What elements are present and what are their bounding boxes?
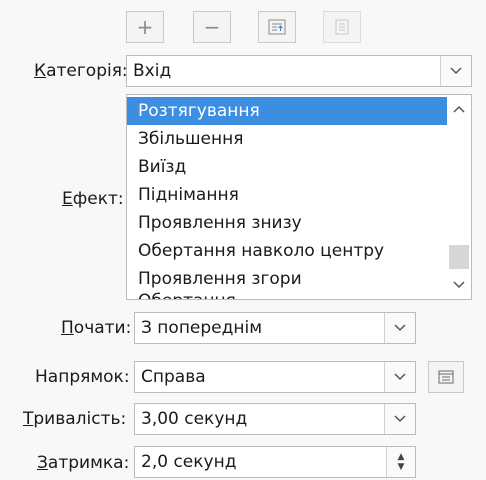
move-down-icon xyxy=(335,19,349,35)
effect-list-scrollbar[interactable] xyxy=(447,95,471,299)
chevron-down-icon[interactable] xyxy=(384,404,415,434)
chevron-up-icon[interactable] xyxy=(447,97,471,121)
chevron-down-icon[interactable] xyxy=(384,362,415,392)
direction-label: Напрямок: xyxy=(35,367,130,387)
category-label: Категорія: xyxy=(34,61,128,81)
add-effect-button[interactable]: + xyxy=(126,11,164,43)
list-item[interactable]: Проявлення знизу xyxy=(127,209,447,237)
list-item[interactable]: Піднімання xyxy=(127,181,447,209)
start-select[interactable]: З попереднім xyxy=(134,312,416,344)
remove-effect-button[interactable]: − xyxy=(193,11,231,43)
delay-label: Затримка: xyxy=(37,453,130,473)
effect-list[interactable]: Розтягування Збільшення Виїзд Піднімання… xyxy=(126,94,472,300)
move-up-icon xyxy=(268,19,286,35)
category-select[interactable]: Вхід xyxy=(126,55,472,87)
direction-select[interactable]: Справа xyxy=(134,361,416,393)
scrollbar-thumb[interactable] xyxy=(449,245,469,269)
chevron-down-icon[interactable] xyxy=(384,313,415,343)
chevron-down-icon[interactable] xyxy=(440,56,471,86)
animation-panel: + − Категорія: Вхід Ефект: Розтягування … xyxy=(0,0,486,480)
category-value: Вхід xyxy=(133,61,172,81)
start-value: З попереднім xyxy=(141,318,263,338)
list-item[interactable]: Виїзд xyxy=(127,153,447,181)
delay-value: 2,0 секунд xyxy=(141,452,237,472)
start-label: Почати: xyxy=(61,318,132,338)
duration-select[interactable]: 3,00 секунд xyxy=(134,403,416,435)
minus-icon: − xyxy=(203,15,221,39)
delay-spinbox[interactable]: 2,0 секунд ▲ ▼ xyxy=(134,446,416,478)
spin-buttons[interactable]: ▲ ▼ xyxy=(386,447,415,477)
plus-icon: + xyxy=(136,15,154,39)
move-down-button[interactable] xyxy=(323,11,361,43)
spin-down-icon[interactable]: ▼ xyxy=(398,462,405,472)
list-item[interactable]: Розтягування xyxy=(127,97,447,125)
effect-options-button[interactable] xyxy=(428,361,464,393)
effect-label: Ефект: xyxy=(62,189,124,209)
chevron-down-icon[interactable] xyxy=(447,273,471,297)
list-item[interactable]: Обертання навколо центру xyxy=(127,237,447,265)
direction-value: Справа xyxy=(141,367,206,387)
move-up-button[interactable] xyxy=(258,11,296,43)
duration-label: Тривалість: xyxy=(23,409,127,429)
options-icon xyxy=(438,370,454,384)
list-item[interactable]: Збільшення xyxy=(127,125,447,153)
list-item[interactable]: Обертання xyxy=(127,287,447,299)
spin-up-icon[interactable]: ▲ xyxy=(398,452,405,462)
duration-value: 3,00 секунд xyxy=(141,409,248,429)
